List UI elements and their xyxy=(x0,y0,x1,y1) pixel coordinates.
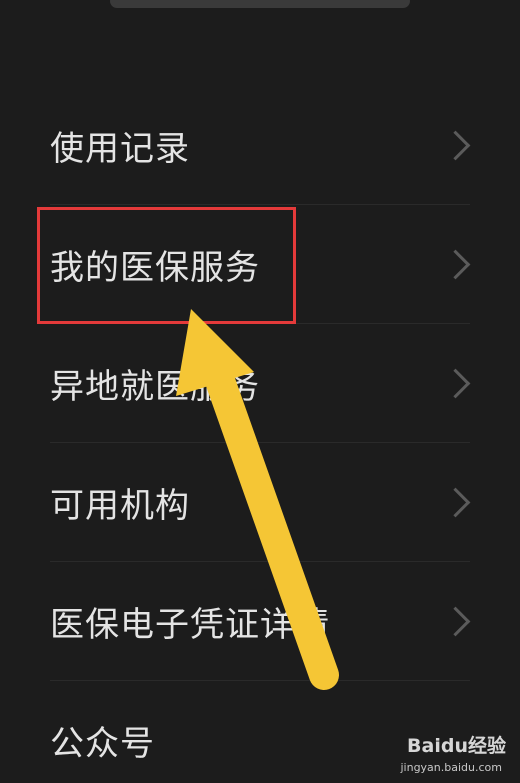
menu-item-label: 异地就医服务 xyxy=(50,367,260,407)
menu-item-label: 可用机构 xyxy=(50,486,190,526)
watermark-url: jingyan.baidu.com xyxy=(400,761,502,774)
menu-item-usage-records[interactable]: 使用记录 xyxy=(0,86,520,205)
chevron-right-icon xyxy=(440,487,471,518)
menu-item-e-voucher-details[interactable]: 医保电子凭证详情 xyxy=(0,562,520,681)
chevron-right-icon xyxy=(440,130,471,161)
chevron-right-icon xyxy=(440,606,471,637)
menu-item-label: 使用记录 xyxy=(50,129,190,169)
menu-item-available-institutions[interactable]: 可用机构 xyxy=(0,443,520,562)
baidu-jingyan-watermark: Baidu经验 jingyan.baidu.com xyxy=(386,731,506,777)
chevron-right-icon xyxy=(440,368,471,399)
menu-item-label: 公众号 xyxy=(50,724,155,764)
menu-item-label: 医保电子凭证详情 xyxy=(50,605,330,645)
menu-list: 使用记录 我的医保服务 异地就医服务 可用机构 医保电子凭证详情 公众号 xyxy=(0,86,520,783)
top-handle-bar xyxy=(110,0,410,8)
chevron-right-icon xyxy=(440,249,471,280)
menu-item-remote-medical-services[interactable]: 异地就医服务 xyxy=(0,324,520,443)
highlight-box xyxy=(37,207,296,324)
watermark-brand: Baidu经验 xyxy=(407,735,506,757)
